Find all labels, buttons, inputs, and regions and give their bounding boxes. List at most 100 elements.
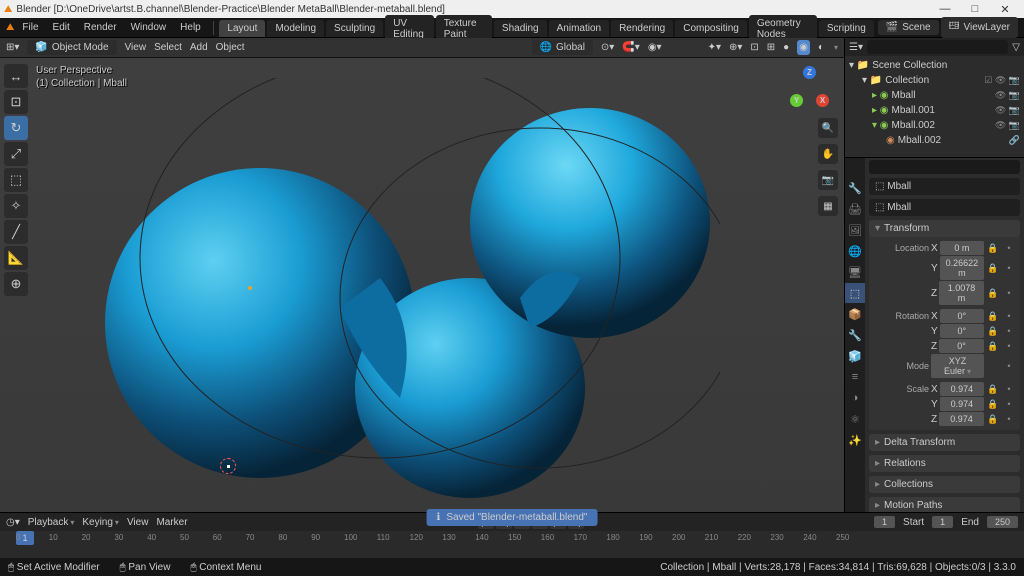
xray-toggle[interactable]: ⊡ — [750, 42, 758, 53]
panel-delta[interactable]: Delta Transform — [869, 434, 1020, 451]
panel-transform[interactable]: Transform — [869, 220, 1020, 237]
outliner-mode-icon[interactable]: ☰▾ — [849, 42, 863, 53]
tab-output[interactable]: 🖨 — [845, 199, 865, 219]
zoom-icon[interactable]: 🔍 — [818, 118, 838, 138]
scale-x[interactable]: 0.974 — [940, 382, 984, 396]
timeline-mode-icon[interactable]: ◷▾ — [6, 517, 20, 528]
current-frame[interactable]: 1 — [874, 516, 895, 528]
props-search[interactable] — [869, 160, 1020, 174]
3d-viewport[interactable]: ⊞▾ 🧊 Object Mode View Select Add Object … — [0, 38, 844, 512]
shading-solid[interactable]: ● — [783, 42, 789, 53]
tool-rotate[interactable]: ⤢ — [4, 142, 28, 166]
scale-y[interactable]: 0.974 — [940, 397, 984, 411]
outliner-child[interactable]: ◉Mball.002🔗 — [849, 133, 1020, 148]
camera-icon[interactable]: 📷 — [818, 170, 838, 190]
panel-collections[interactable]: Collections — [869, 476, 1020, 493]
end-frame[interactable]: 250 — [987, 516, 1018, 528]
close-button[interactable]: ✕ — [990, 3, 1020, 16]
tab-data[interactable]: ◑ — [845, 388, 865, 408]
outliner-collection[interactable]: ▾ 📁Collection☑ 👁 📷 — [849, 73, 1020, 88]
menu-render[interactable]: Render — [78, 20, 123, 35]
tool-transform[interactable]: ✧ — [4, 194, 28, 218]
props-breadcrumb[interactable]: ⬚ Mball — [869, 178, 1020, 195]
shading-wireframe[interactable]: ⊞ — [767, 42, 775, 53]
tab-compositing[interactable]: Compositing — [675, 20, 747, 37]
transform-orientation[interactable]: 🌐 Global — [532, 40, 593, 55]
outliner-scene-collection[interactable]: ▾ 📁Scene Collection — [849, 58, 1020, 73]
viewport-canvas[interactable] — [0, 58, 844, 512]
tab-modeling[interactable]: Modeling — [267, 20, 324, 37]
menu-object[interactable]: Object — [216, 42, 245, 53]
tool-annotate[interactable]: ╱ — [4, 220, 28, 244]
menu-window[interactable]: Window — [125, 20, 173, 35]
menu-add[interactable]: Add — [190, 42, 208, 53]
pan-icon[interactable]: ✋ — [818, 144, 838, 164]
outliner-item[interactable]: ▾ ◉Mball.002👁 📷 — [849, 118, 1020, 133]
tl-keying[interactable]: Keying — [82, 517, 119, 528]
menu-file[interactable]: File — [16, 20, 44, 35]
tab-texture[interactable]: ✨ — [845, 430, 865, 450]
loc-x[interactable]: 0 m — [940, 241, 984, 255]
rot-y[interactable]: 0° — [940, 324, 984, 338]
panel-motion[interactable]: Motion Paths — [869, 497, 1020, 512]
nav-gizmo[interactable]: X Y Z — [786, 64, 832, 110]
overlay-toggle[interactable]: ⊕▾ — [729, 42, 742, 53]
tab-constraints[interactable]: ≡ — [845, 367, 865, 387]
tab-world[interactable]: 🖥 — [845, 262, 865, 282]
tool-move[interactable]: ↻ — [4, 116, 28, 140]
snap-icon[interactable]: 🧲▾ — [622, 42, 639, 53]
proportional-icon[interactable]: ◉▾ — [648, 42, 662, 53]
menu-select[interactable]: Select — [154, 42, 182, 53]
menu-view[interactable]: View — [125, 42, 147, 53]
tab-sculpting[interactable]: Sculpting — [326, 20, 383, 37]
tl-marker[interactable]: Marker — [156, 517, 187, 528]
maximize-button[interactable]: □ — [960, 3, 990, 15]
minimize-button[interactable]: — — [930, 3, 960, 15]
tab-material[interactable]: ⚛ — [845, 409, 865, 429]
tab-object[interactable]: ⬚ — [845, 283, 865, 303]
menu-help[interactable]: Help — [174, 20, 207, 35]
outliner-item[interactable]: ▸ ◉Mball.001👁 📷 — [849, 103, 1020, 118]
tab-rendering[interactable]: Rendering — [611, 20, 673, 37]
rot-x[interactable]: 0° — [940, 309, 984, 323]
filter-icon[interactable]: ▽ — [1012, 42, 1020, 53]
tab-layout[interactable]: Layout — [219, 20, 265, 37]
tool-add[interactable]: ⊕ — [4, 272, 28, 296]
tab-scene[interactable]: 🌐 — [845, 241, 865, 261]
shading-rendered[interactable]: ◐ — [818, 42, 824, 53]
tl-playback[interactable]: Playback — [28, 517, 75, 528]
menu-edit[interactable]: Edit — [47, 20, 76, 35]
tab-shading[interactable]: Shading — [494, 20, 547, 37]
start-frame[interactable]: 1 — [932, 516, 953, 528]
tl-view[interactable]: View — [127, 517, 149, 528]
scale-z[interactable]: 0.974 — [939, 412, 984, 426]
blender-icon[interactable]: ⛰ — [6, 22, 14, 33]
rotation-mode[interactable]: XYZ Euler — [931, 354, 984, 378]
tab-viewlayer[interactable]: 🖼 — [845, 220, 865, 240]
pivot-icon[interactable]: ⊙▾ — [601, 42, 614, 53]
tab-scripting[interactable]: Scripting — [819, 20, 874, 37]
outliner-item[interactable]: ▸ ◉Mball👁 📷 — [849, 88, 1020, 103]
tab-render[interactable]: 🔧 — [845, 178, 865, 198]
tool-cursor[interactable]: ⊡ — [4, 90, 28, 114]
props-object-name[interactable]: ⬚ Mball — [869, 199, 1020, 216]
rot-z[interactable]: 0° — [939, 339, 984, 353]
tool-select[interactable]: ↔ — [4, 64, 28, 88]
persp-icon[interactable]: ▦ — [818, 196, 838, 216]
tab-modifier[interactable]: 📦 — [845, 304, 865, 324]
shading-options[interactable] — [832, 42, 838, 53]
viewlayer-selector[interactable]: 🖽 ViewLayer — [941, 17, 1018, 38]
editor-type-icon[interactable]: ⊞▾ — [6, 42, 19, 53]
tab-animation[interactable]: Animation — [549, 20, 609, 37]
tool-scale[interactable]: ⬚ — [4, 168, 28, 192]
loc-z[interactable]: 1.0078 m — [939, 281, 984, 305]
gizmo-toggle[interactable]: ✦▾ — [708, 42, 721, 53]
tool-measure[interactable]: 📐 — [4, 246, 28, 270]
shading-matpreview[interactable]: ◉ — [797, 40, 810, 55]
timeline-track[interactable]: 1 01020304050607080901001101201301401501… — [0, 531, 1024, 558]
panel-relations[interactable]: Relations — [869, 455, 1020, 472]
outliner-search[interactable] — [867, 40, 1008, 54]
scene-selector[interactable]: 🎬 Scene — [878, 20, 939, 35]
tab-particles[interactable]: 🔧 — [845, 325, 865, 345]
tab-physics[interactable]: 🧊 — [845, 346, 865, 366]
